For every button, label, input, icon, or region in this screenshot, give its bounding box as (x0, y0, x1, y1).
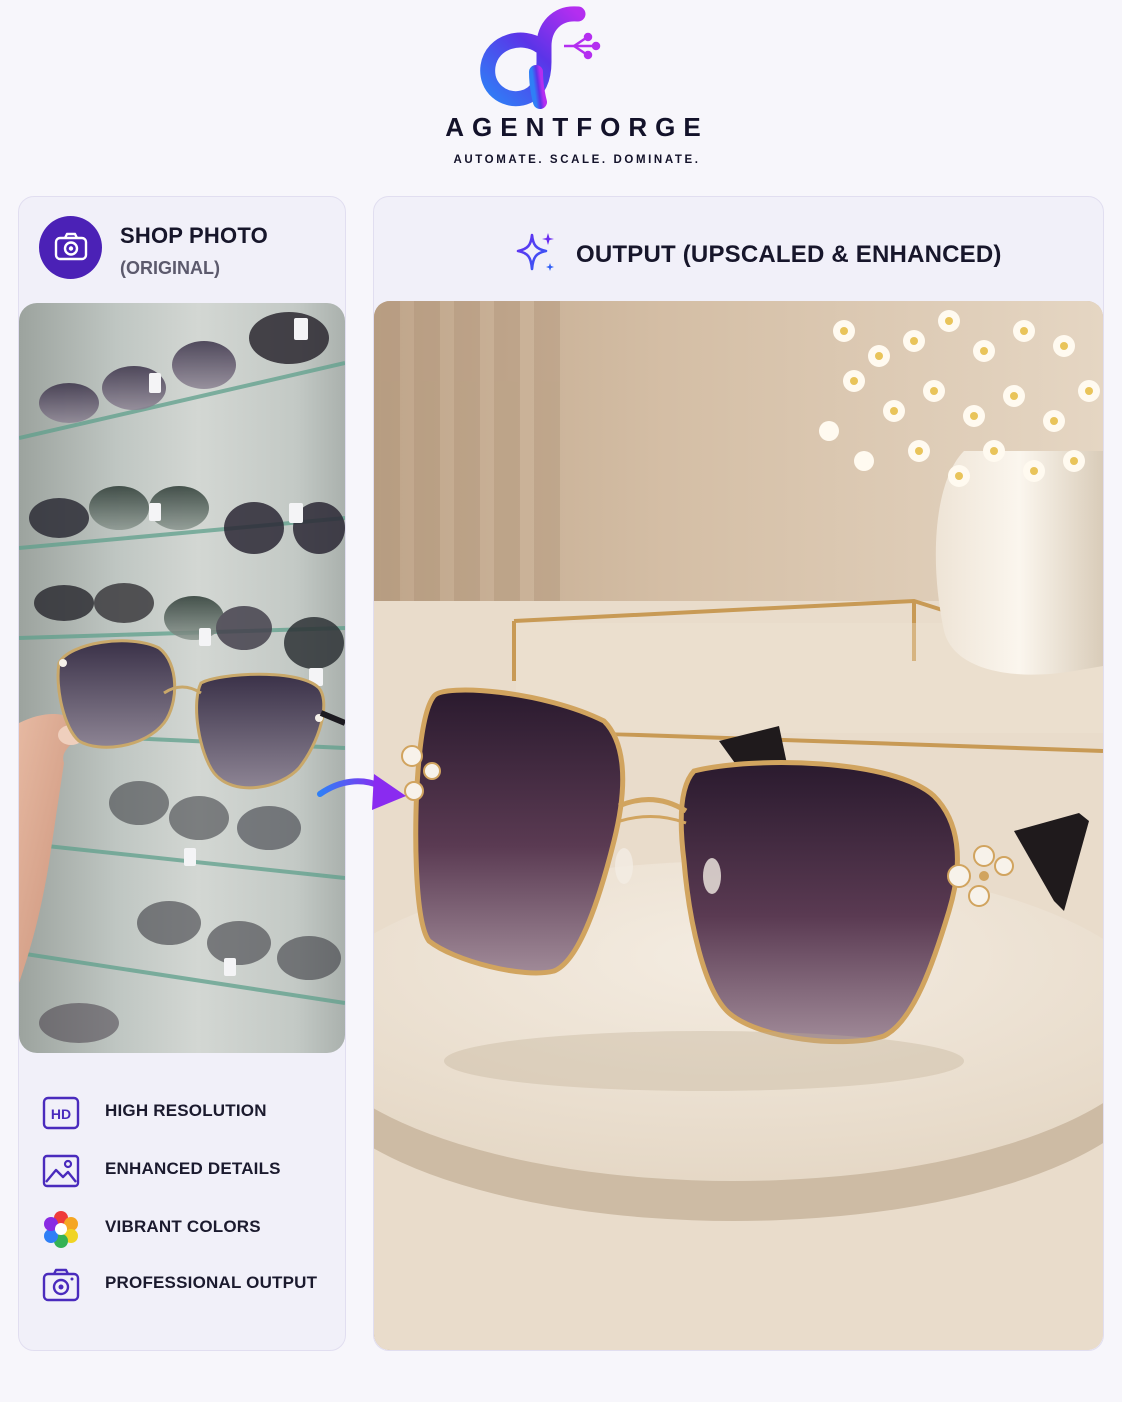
original-panel: SHOP PHOTO (ORIGINAL) HD HIGH RESOLUTION… (18, 196, 346, 1351)
enhanced-photo (374, 301, 1103, 1350)
feature-label: PROFESSIONAL OUTPUT (105, 1273, 318, 1292)
sparkle-icon (516, 233, 554, 271)
arrow-right-icon (317, 774, 406, 810)
original-subtitle: (ORIGINAL) (120, 258, 220, 278)
original-photo (19, 303, 345, 1053)
feature-label: HIGH RESOLUTION (105, 1101, 267, 1120)
feature-label: ENHANCED DETAILS (105, 1159, 281, 1178)
brand-name: AGENTFORGE (445, 112, 709, 142)
color-wheel-icon (44, 1211, 78, 1248)
df-logo-mark-icon (480, 6, 601, 109)
camera-badge (39, 216, 102, 279)
feature-label: VIBRANT COLORS (105, 1217, 261, 1236)
hd-icon: HD (42, 1096, 80, 1130)
brand-tagline: AUTOMATE. SCALE. DOMINATE. (453, 154, 701, 166)
feature-vibrant-colors: VIBRANT COLORS (41, 1209, 341, 1249)
shop-display-illustration (19, 312, 345, 1043)
feature-professional-output: PROFESSIONAL OUTPUT (41, 1265, 341, 1305)
output-panel: OUTPUT (UPSCALED & ENHANCED) (373, 196, 1104, 1351)
camera-icon (54, 232, 88, 261)
feature-enhanced-details: ENHANCED DETAILS (41, 1151, 341, 1191)
output-title: OUTPUT (UPSCALED & ENHANCED) (576, 241, 1002, 268)
original-title: SHOP PHOTO (120, 223, 268, 248)
svg-text:HD: HD (51, 1106, 71, 1122)
feature-high-resolution: HD HIGH RESOLUTION (41, 1093, 341, 1133)
brand-header: AGENTFORGE AUTOMATE. SCALE. DOMINATE. (0, 0, 1122, 185)
camera-icon (42, 1268, 80, 1302)
image-icon (42, 1154, 80, 1188)
product-scene-illustration (374, 301, 1103, 1350)
